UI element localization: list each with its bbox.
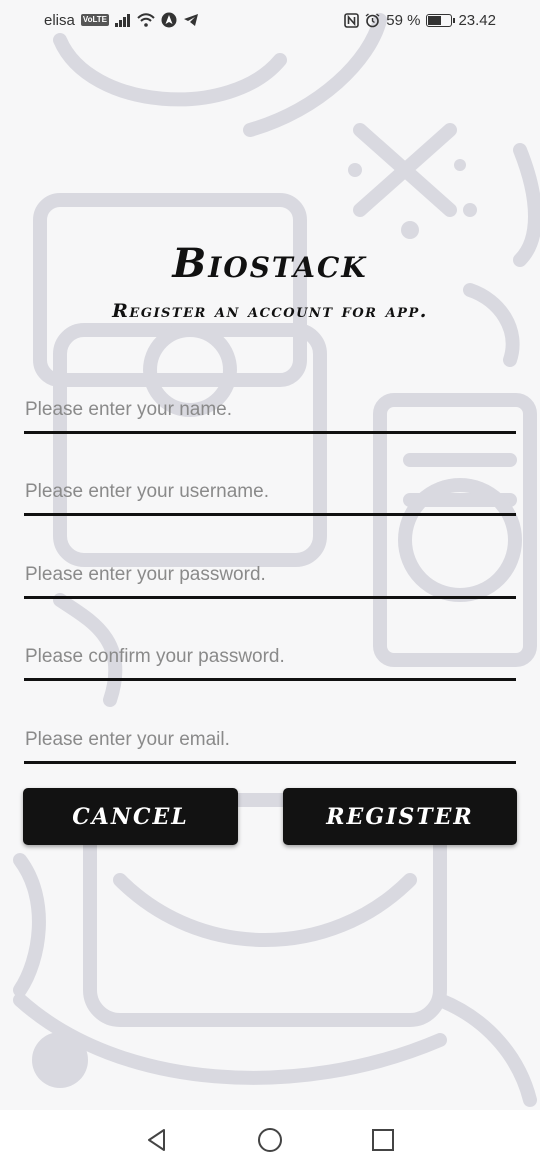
alarm-icon [365, 12, 380, 28]
password-field [24, 553, 516, 599]
recents-button[interactable] [363, 1120, 403, 1160]
home-icon [257, 1128, 282, 1152]
confirm-password-input[interactable] [24, 635, 516, 678]
confirm-password-field [24, 635, 516, 681]
battery-percent: 59 % [386, 11, 421, 29]
username-field [24, 470, 516, 516]
home-button[interactable] [250, 1120, 290, 1160]
status-bar: elisa VoLTE 59 % 23.42 [0, 0, 540, 40]
name-input[interactable] [24, 388, 516, 431]
nfc-icon [344, 12, 360, 28]
recents-icon [372, 1129, 395, 1151]
username-input[interactable] [24, 470, 516, 513]
carrier-name: elisa [44, 11, 75, 29]
signal-icon [115, 13, 131, 27]
password-input[interactable] [24, 553, 516, 596]
cancel-button[interactable]: Cancel [23, 788, 238, 845]
register-button[interactable]: Register [283, 788, 517, 845]
name-field [24, 388, 516, 434]
back-button[interactable] [137, 1120, 177, 1160]
wifi-icon [137, 13, 155, 27]
email-field [24, 718, 516, 764]
battery-level [428, 15, 441, 25]
app-title: Biostack [172, 240, 368, 287]
email-input[interactable] [24, 718, 516, 761]
volte-badge: VoLTE [80, 14, 110, 26]
back-icon [147, 1129, 165, 1151]
navigation-icon [161, 12, 177, 28]
status-bar-left: elisa VoLTE [44, 12, 199, 29]
clock: 23.42 [458, 11, 496, 29]
telegram-icon [183, 13, 199, 27]
app-subtitle: Register an account for app. [112, 300, 428, 322]
battery-icon [426, 13, 456, 27]
navigation-bar [0, 1110, 540, 1170]
status-bar-right: 59 % 23.42 [344, 12, 496, 29]
